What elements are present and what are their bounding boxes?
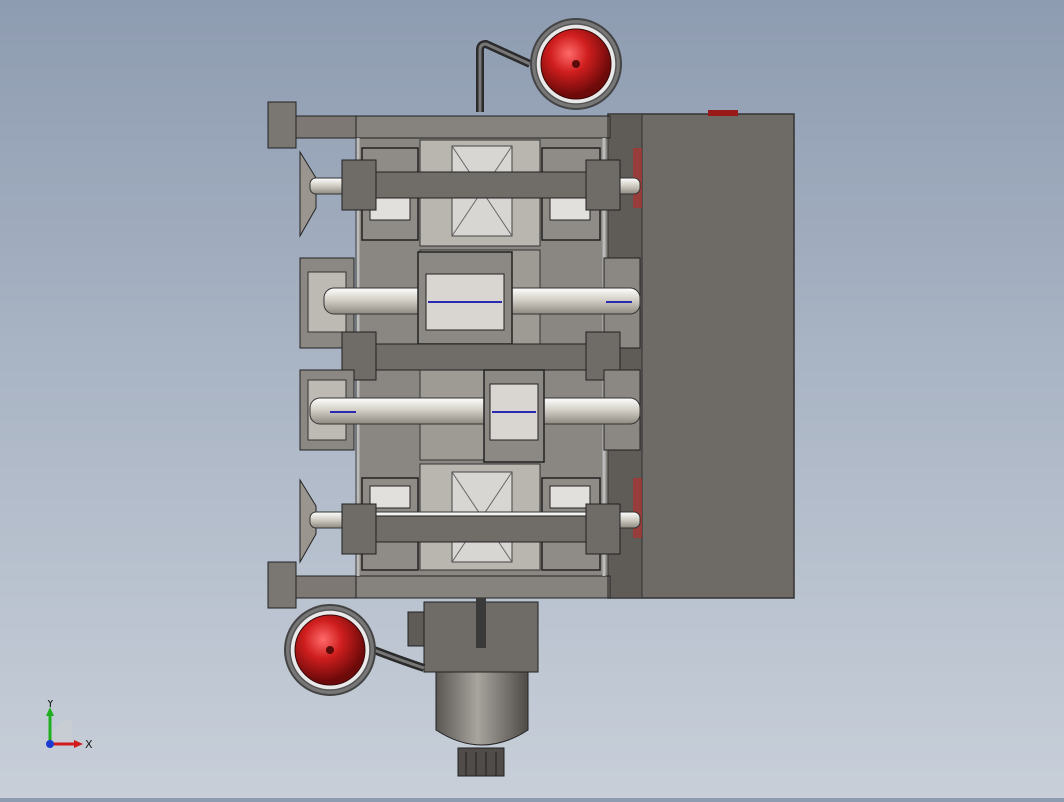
assembly-model[interactable]	[0, 0, 1064, 798]
bottom-motor	[407, 598, 539, 777]
cad-viewport[interactable]	[0, 0, 1064, 798]
top-red-sensor	[476, 18, 622, 112]
z-axis-dot	[46, 740, 54, 748]
axis-triad: Y X	[46, 700, 93, 751]
x-axis-label: X	[85, 738, 93, 751]
y-axis-label: Y	[46, 700, 54, 710]
bottom-red-sensor	[284, 604, 426, 696]
